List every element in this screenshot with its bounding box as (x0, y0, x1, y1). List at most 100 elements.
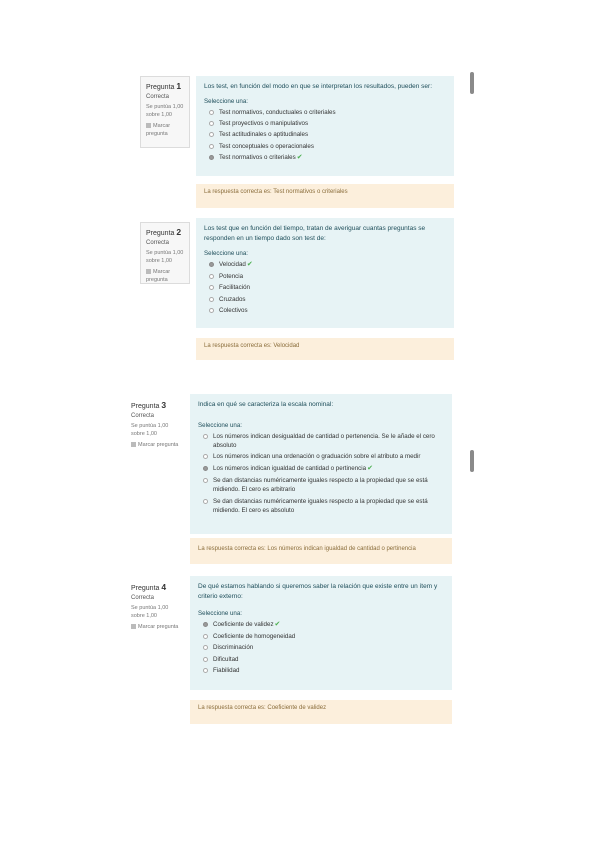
question-text: De qué estamos hablando si queremos sabe… (198, 583, 438, 600)
answer-option[interactable]: Colectivos (204, 306, 446, 315)
answer-label: Test conceptuales o operacionales (219, 142, 314, 150)
radio-button-selected[interactable] (209, 261, 214, 267)
answer-option[interactable]: Facilitación (204, 283, 446, 292)
answer-option-selected[interactable]: Test normativos o criteriales ✔ (204, 153, 446, 164)
feedback-box-2: La respuesta correcta es: Velocidad (196, 338, 454, 360)
flag-icon (131, 442, 136, 448)
answer-label: Los números indican desigualdad de canti… (213, 432, 435, 450)
radio-button[interactable] (203, 667, 208, 673)
question-number-prefix: Pregunta (146, 230, 175, 237)
answer-option[interactable]: Coeficiente de homogeneidad (198, 632, 444, 641)
question-grade: Se puntúa 1,00 sobre 1,00 (146, 250, 184, 264)
answer-option[interactable]: Los números indican una ordenación o gra… (198, 452, 444, 461)
answer-label: Se dan distancias numéricamente iguales … (213, 497, 428, 515)
radio-button-selected[interactable] (203, 621, 208, 627)
answer-option[interactable]: Test proyectivos o manipulativos (204, 119, 446, 128)
question-number: Pregunta 4 (131, 582, 181, 592)
question-status: Correcta (131, 413, 155, 419)
flag-question-button[interactable]: Marcar pregunta (146, 123, 184, 138)
answer-label: Los números indican igualdad de cantidad… (213, 464, 367, 472)
question-number-prefix: Pregunta (131, 403, 160, 410)
check-icon: ✔ (367, 464, 373, 472)
flag-question-button[interactable]: Marcar pregunta (131, 624, 181, 632)
radio-button[interactable] (203, 433, 208, 439)
answer-label: Cruzados (219, 295, 246, 303)
flag-question-button[interactable]: Marcar pregunta (146, 269, 184, 284)
flag-icon (131, 624, 136, 630)
scrollbar-thumb[interactable] (470, 450, 474, 472)
question-number-value: 2 (176, 227, 182, 237)
answer-option[interactable]: Test conceptuales o operacionales (204, 142, 446, 151)
radio-button-selected[interactable] (203, 465, 208, 471)
answer-label: Potencia (219, 273, 244, 280)
flag-icon (146, 123, 151, 129)
question-number-value: 3 (161, 400, 167, 410)
answer-option[interactable]: Fiabilidad (198, 666, 444, 675)
radio-button[interactable] (209, 132, 214, 138)
answer-label: Test proyectivos o manipulativos (219, 120, 309, 128)
flag-label: Marcar pregunta (138, 624, 179, 631)
question-grade: Se puntúa 1,00 sobre 1,00 (131, 423, 169, 437)
question-content-3: Indica en qué se caracteriza la escala n… (190, 394, 452, 534)
question-content-4: De qué estamos hablando si queremos sabe… (190, 576, 452, 690)
answer-option[interactable]: Discriminación (198, 643, 444, 652)
radio-button[interactable] (209, 296, 214, 302)
radio-button[interactable] (209, 109, 214, 115)
question-content-1: Los test, en función del modo en que se … (196, 76, 454, 176)
answer-option[interactable]: Se dan distancias numéricamente iguales … (198, 476, 444, 495)
answer-option[interactable]: Los números indican desigualdad de canti… (198, 432, 444, 451)
answer-option[interactable]: Dificultad (198, 655, 444, 664)
question-info-2: Pregunta 2 Correcta Se puntúa 1,00 sobre… (140, 222, 190, 284)
answer-options: Coeficiente de validez ✔ Coeficiente de h… (198, 620, 444, 676)
question-info-3: Pregunta 3 Correcta Se puntúa 1,00 sobre… (126, 396, 186, 462)
scrollbar-thumb[interactable] (470, 72, 474, 94)
answer-label: Test normativos, conductuales o criteria… (219, 108, 336, 116)
answer-label: Se dan distancias numéricamente iguales … (213, 477, 428, 494)
answer-option[interactable]: Test actitudinales o aptitudinales (204, 130, 446, 139)
question-number-prefix: Pregunta (146, 84, 175, 91)
answer-options: Test normativos, conductuales o criteria… (204, 108, 446, 164)
question-text: Indica en qué se caracteriza la escala n… (198, 401, 334, 408)
feedback-text: La respuesta correcta es: Test normativo… (204, 189, 348, 195)
radio-button[interactable] (203, 656, 208, 662)
answer-label: Facilitación (219, 284, 250, 292)
radio-button[interactable] (209, 143, 214, 149)
answer-options: Los números indican desigualdad de canti… (198, 432, 444, 516)
feedback-text: La respuesta correcta es: Velocidad (204, 343, 300, 349)
radio-button-selected[interactable] (209, 154, 214, 160)
answer-option-selected[interactable]: Los números indican igualdad de cantidad… (198, 464, 444, 475)
question-status: Correcta (131, 595, 155, 601)
radio-button[interactable] (203, 645, 208, 651)
radio-button[interactable] (209, 307, 214, 313)
radio-button[interactable] (209, 285, 214, 291)
radio-button[interactable] (203, 498, 208, 504)
answer-label: Los números indican una ordenación o gra… (213, 453, 421, 461)
answer-option[interactable]: Test normativos, conductuales o criteria… (204, 108, 446, 117)
answer-option-selected[interactable]: Velocidad ✔ (204, 260, 446, 271)
answer-option-selected[interactable]: Coeficiente de validez ✔ (198, 620, 444, 631)
question-prompt: Seleccione una: (198, 421, 243, 429)
question-status: Correcta (146, 240, 170, 246)
answer-option[interactable]: Potencia (204, 272, 446, 281)
answer-option[interactable]: Cruzados (204, 295, 446, 304)
check-icon: ✔ (246, 260, 253, 268)
question-grade: Se puntúa 1,00 sobre 1,00 (131, 605, 169, 619)
question-prompt: Seleccione una: (204, 249, 249, 257)
question-status: Correcta (146, 94, 170, 100)
question-text: Los test, en función del modo en que se … (204, 83, 433, 90)
answer-option[interactable]: Se dan distancias numéricamente iguales … (198, 497, 444, 516)
answer-label: Test normativos o criteriales (219, 153, 296, 161)
flag-icon (146, 269, 151, 275)
radio-button[interactable] (203, 454, 208, 460)
question-grade: Se puntúa 1,00 sobre 1,00 (146, 104, 184, 118)
radio-button[interactable] (209, 121, 214, 127)
radio-button[interactable] (203, 634, 208, 639)
answer-label: Coeficiente de validez (213, 620, 274, 628)
radio-button[interactable] (203, 478, 208, 484)
question-text: Los test que en función del tiempo, trat… (204, 225, 426, 242)
radio-button[interactable] (209, 274, 214, 279)
feedback-box-4: La respuesta correcta es: Coeficiente de… (190, 700, 452, 724)
flag-question-button[interactable]: Marcar pregunta (131, 442, 181, 450)
question-number-value: 1 (176, 81, 182, 91)
feedback-box-1: La respuesta correcta es: Test normativo… (196, 184, 454, 208)
